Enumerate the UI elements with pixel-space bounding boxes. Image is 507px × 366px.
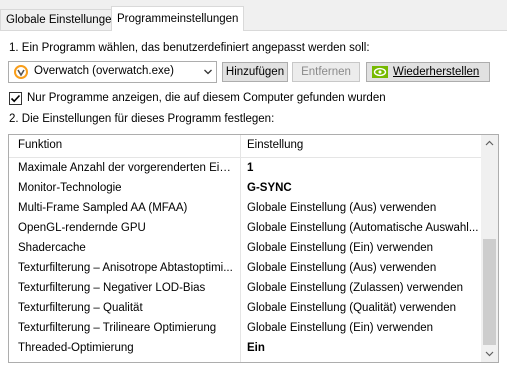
- scroll-down-button[interactable]: [481, 345, 498, 362]
- table-row[interactable]: Maximale Anzahl der vorgerenderten Einz.…: [9, 159, 481, 179]
- setting-cell[interactable]: 1: [247, 162, 479, 174]
- feature-cell: Multi-Frame Sampled AA (MFAA): [18, 202, 188, 214]
- remove-button-label: Entfernen: [301, 66, 351, 78]
- overwatch-icon: [14, 65, 28, 79]
- setting-cell[interactable]: Globale Einstellung (Automatische Auswah…: [247, 222, 479, 234]
- table-row[interactable]: Shadercache Globale Einstellung (Ein) ve…: [9, 239, 481, 259]
- setting-cell[interactable]: Globale Einstellung (Ein) verwenden: [247, 322, 479, 334]
- setting-cell[interactable]: G-SYNC: [247, 182, 479, 194]
- program-select[interactable]: Overwatch (overwatch.exe): [8, 61, 217, 83]
- table-row[interactable]: Texturfilterung – Negativer LOD-Bias Glo…: [9, 279, 481, 299]
- chevron-down-icon: [204, 69, 212, 75]
- feature-cell: Monitor-Technologie: [18, 182, 122, 194]
- setting-cell[interactable]: Globale Einstellung (Ein) verwenden: [247, 242, 479, 254]
- scroll-up-button[interactable]: [481, 135, 498, 152]
- add-button-label: Hinzufügen: [225, 66, 285, 78]
- scrollbar-thumb[interactable]: [483, 239, 496, 345]
- table-row[interactable]: Threaded-Optimierung Ein: [9, 339, 481, 359]
- scroll-down-arrow-icon: [485, 351, 494, 357]
- checkmark-icon: [10, 94, 21, 103]
- column-header-function[interactable]: Funktion: [18, 139, 62, 151]
- setting-cell[interactable]: Globale Einstellung (Aus) verwenden: [247, 202, 479, 214]
- show-found-programs-checkbox[interactable]: [9, 92, 22, 105]
- tab-program-settings[interactable]: Programmeinstellungen: [111, 6, 245, 31]
- tab-global-settings[interactable]: Globale Einstellungen: [0, 9, 124, 30]
- setting-cell[interactable]: Globale Einstellung (Aus) verwenden: [247, 262, 479, 274]
- table-row[interactable]: Monitor-Technologie G-SYNC: [9, 179, 481, 199]
- feature-cell: Threaded-Optimierung: [18, 342, 134, 354]
- program-select-value: Overwatch (overwatch.exe): [34, 65, 174, 77]
- setting-cell[interactable]: Globale Einstellung (Qualität) verwenden: [247, 302, 479, 314]
- table-header: Funktion Einstellung: [9, 135, 481, 158]
- restore-button-label: Wiederherstellen: [393, 66, 480, 78]
- table-row[interactable]: Texturfilterung – Anisotrope Abtastoptim…: [9, 259, 481, 279]
- restore-button[interactable]: Wiederherstellen: [366, 62, 490, 82]
- show-found-programs-label: Nur Programme anzeigen, die auf diesem C…: [27, 92, 386, 104]
- feature-cell: Maximale Anzahl der vorgerenderten Einz.…: [18, 162, 236, 174]
- add-button[interactable]: Hinzufügen: [222, 62, 288, 82]
- setting-cell[interactable]: Globale Einstellung (Zulassen) verwenden: [247, 282, 479, 294]
- scroll-up-arrow-icon: [485, 140, 494, 146]
- table-row[interactable]: Texturfilterung – Qualität Globale Einst…: [9, 299, 481, 319]
- feature-cell: Texturfilterung – Negativer LOD-Bias: [18, 282, 206, 294]
- remove-button[interactable]: Entfernen: [292, 62, 360, 82]
- feature-cell: Texturfilterung – Trilineare Optimierung: [18, 322, 217, 334]
- feature-cell: OpenGL-rendernde GPU: [18, 222, 146, 234]
- table-row[interactable]: OpenGL-rendernde GPU Globale Einstellung…: [9, 219, 481, 239]
- table-row[interactable]: Texturfilterung – Trilineare Optimierung…: [9, 319, 481, 339]
- nvidia-logo-icon: [372, 66, 388, 78]
- setting-cell[interactable]: Ein: [247, 342, 479, 354]
- feature-cell: Shadercache: [18, 242, 86, 254]
- settings-table: Funktion Einstellung Maximale Anzahl der…: [8, 134, 499, 363]
- column-header-setting[interactable]: Einstellung: [247, 139, 303, 151]
- tab-label: Programmeinstellungen: [117, 13, 239, 25]
- feature-cell: Texturfilterung – Anisotrope Abtastoptim…: [18, 262, 233, 274]
- tab-label: Globale Einstellungen: [6, 14, 118, 26]
- step1-label: 1. Ein Programm wählen, das benutzerdefi…: [9, 42, 370, 54]
- feature-cell: Texturfilterung – Qualität: [18, 302, 143, 314]
- tab-strip: Globale Einstellungen Programmeinstellun…: [0, 0, 507, 31]
- vertical-scrollbar[interactable]: [481, 135, 498, 362]
- table-row[interactable]: Multi-Frame Sampled AA (MFAA) Globale Ei…: [9, 199, 481, 219]
- step2-label: 2. Die Einstellungen für dieses Programm…: [9, 113, 275, 125]
- program-settings-pane: 1. Ein Programm wählen, das benutzerdefi…: [0, 30, 507, 366]
